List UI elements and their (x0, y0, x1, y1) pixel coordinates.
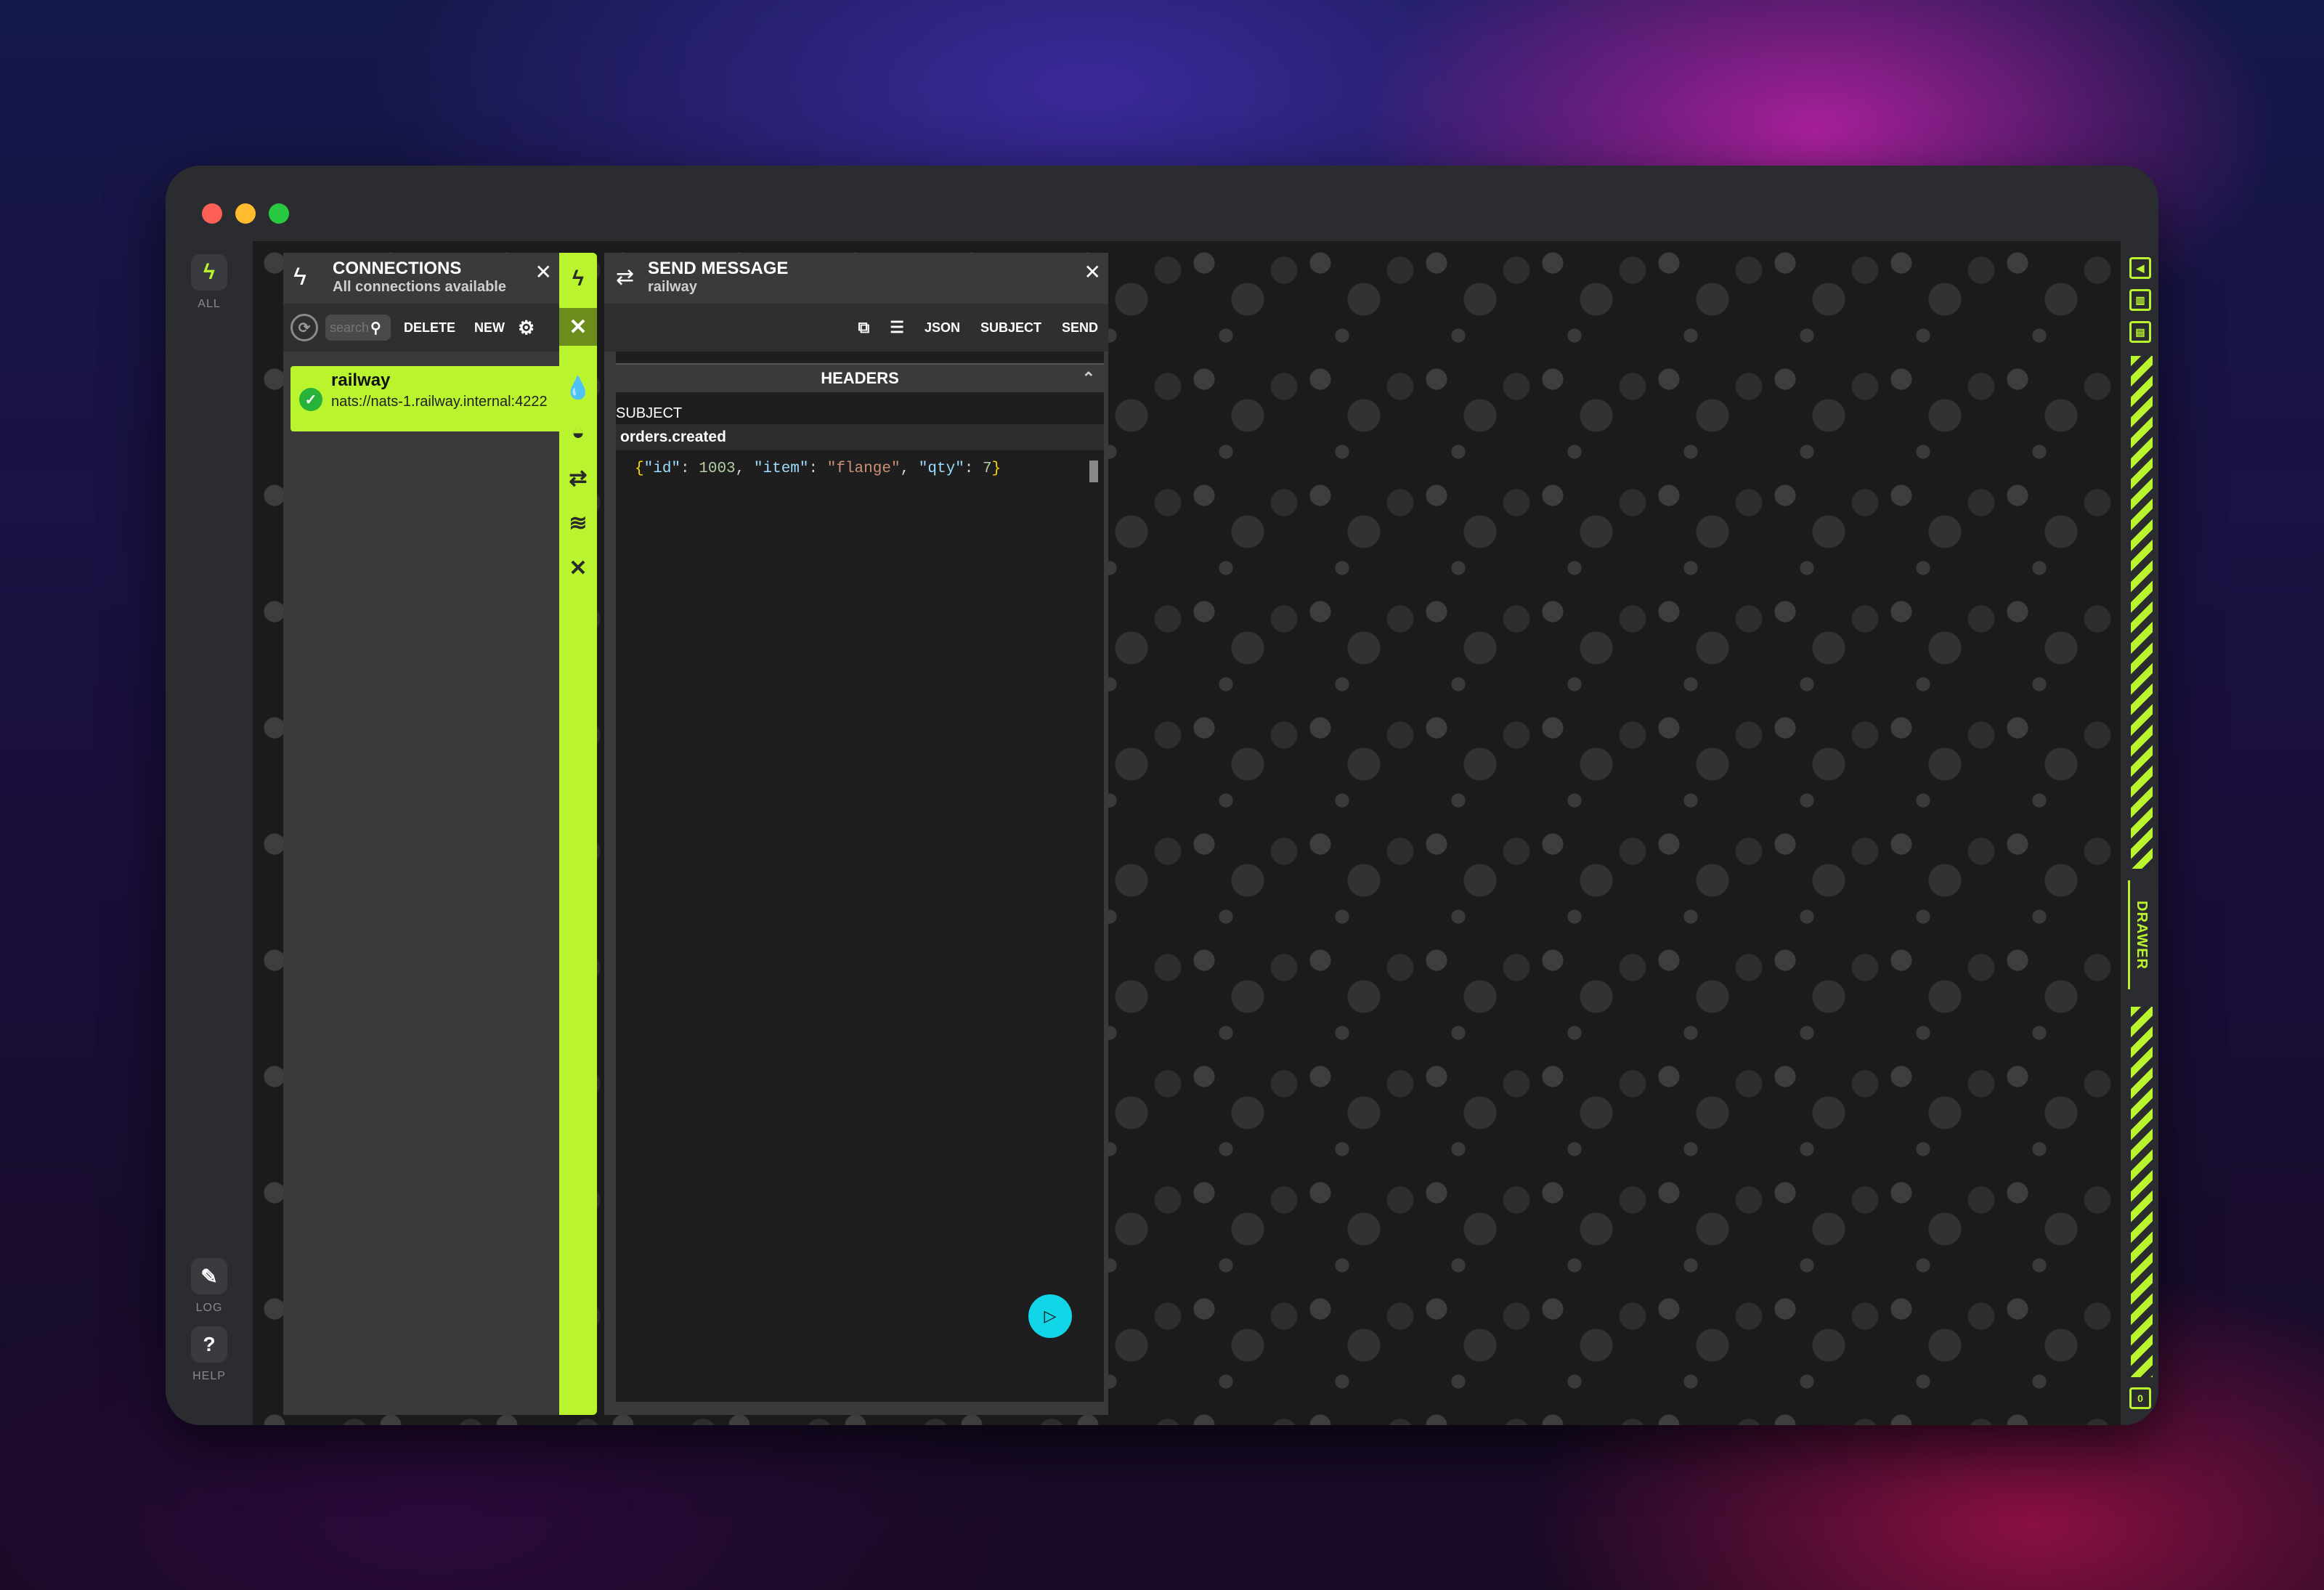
window-controls (202, 203, 289, 224)
workspace: ϟ CONNECTIONS All connections available … (253, 241, 2121, 1425)
gear-icon[interactable]: ⚙ (518, 317, 535, 339)
payload-code[interactable]: {"id": 1003, "item": "flange", "qty": 7} (635, 461, 1001, 477)
panel-icon[interactable]: ▤ (2129, 321, 2151, 343)
play-icon: ▷ (1044, 1307, 1057, 1325)
play-button[interactable]: ▷ (1028, 1294, 1072, 1338)
lightning-icon: ϟ (191, 254, 227, 291)
copy-icon[interactable]: ⧉ (858, 318, 869, 337)
list-item[interactable]: ✓ railway nats://nats-1.railway.internal… (290, 366, 559, 431)
subject-button[interactable]: SUBJECT (980, 320, 1041, 336)
tool-strip: ϟ ✕ 💧 ◒ ⇄ ≋ ✕ (559, 253, 597, 1415)
sidebar-item-help-label: HELP (192, 1370, 226, 1382)
connections-header: ϟ CONNECTIONS All connections available … (283, 253, 559, 304)
sidebar-item-all[interactable]: ϟ ALL (166, 254, 253, 311)
right-drawer-bar: ◀ ▥ ▤ DRAWER 0 (2121, 241, 2158, 1425)
app-window: ϟ ALL ✎ LOG ? HELP ϟ CONNECTIONS All con… (166, 166, 2158, 1425)
close-icon[interactable]: ✕ (535, 260, 552, 284)
sidebar-item-help[interactable]: ? HELP (166, 1326, 253, 1383)
sidebar-item-log-label: LOG (195, 1302, 223, 1314)
lightning-icon: ϟ (293, 263, 306, 291)
close-icon[interactable]: ✕ (1084, 260, 1101, 284)
lightning-icon[interactable]: ϟ (559, 260, 597, 298)
send-message-subtitle: railway (648, 279, 697, 295)
payload-editor[interactable]: {"id": 1003, "item": "flange", "qty": 7} (616, 455, 1104, 1399)
new-button[interactable]: NEW (468, 317, 511, 338)
connection-name: railway (331, 370, 391, 390)
subject-input[interactable] (616, 424, 1104, 450)
delete-button[interactable]: DELETE (398, 317, 461, 338)
stream-icon[interactable]: ◒ (559, 414, 597, 452)
refresh-icon[interactable]: ⟳ (290, 314, 318, 341)
search-input[interactable] (330, 320, 370, 336)
subject-label: SUBJECT (616, 405, 683, 421)
check-icon: ✓ (299, 388, 322, 411)
columns-icon[interactable]: ▥ (2129, 289, 2151, 311)
drawer-label[interactable]: DRAWER (2128, 880, 2153, 989)
connections-subtitle: All connections available (333, 279, 506, 295)
send-message-body: HEADERS ⌃ SUBJECT {"id": 1003, "item": "… (616, 352, 1104, 1402)
arrow-left-icon[interactable]: ◀ (2129, 257, 2151, 279)
format-icon[interactable]: ☰ (890, 318, 904, 337)
drawer-handle-bottom[interactable] (2131, 1007, 2153, 1377)
pill-icon: ✎ (191, 1258, 227, 1294)
headers-label: HEADERS (821, 369, 899, 387)
sidebar-item-log[interactable]: ✎ LOG (166, 1258, 253, 1315)
close-window-button[interactable] (202, 203, 222, 224)
search-box[interactable]: ⚲ (325, 315, 391, 341)
maximize-window-button[interactable] (269, 203, 289, 224)
shuffle-icon[interactable]: ✕ (559, 549, 597, 587)
send-message-panel: ⇄ SEND MESSAGE railway ✕ ⧉ ☰ JSON SUBJEC… (604, 253, 1108, 1415)
send-button[interactable]: SEND (1062, 320, 1098, 336)
badge-count[interactable]: 0 (2129, 1387, 2151, 1409)
send-message-title: SEND MESSAGE (648, 259, 789, 278)
connection-url: nats://nats-1.railway.internal:4222 (331, 394, 548, 410)
connections-toolbar: ⟳ ⚲ DELETE NEW ⚙ (283, 304, 559, 352)
send-message-toolbar: ⧉ ☰ JSON SUBJECT SEND (604, 304, 1108, 352)
minimize-window-button[interactable] (235, 203, 256, 224)
search-icon[interactable]: ⚲ (370, 319, 381, 337)
scrollbar[interactable] (1089, 461, 1098, 482)
droplets-icon[interactable]: 💧 (559, 369, 597, 407)
sidebar-item-all-label: ALL (198, 298, 221, 310)
drawer-handle-top[interactable] (2131, 356, 2153, 869)
headers-toggle[interactable]: HEADERS ⌃ (616, 363, 1104, 392)
connections-title: CONNECTIONS (333, 259, 462, 278)
connections-panel: ϟ CONNECTIONS All connections available … (283, 253, 597, 1415)
database-icon[interactable]: ≋ (559, 504, 597, 542)
left-sidebar: ϟ ALL ✎ LOG ? HELP (166, 241, 253, 1425)
connections-list: ✓ railway nats://nats-1.railway.internal… (283, 352, 559, 1415)
close-icon[interactable]: ✕ (559, 308, 597, 346)
send-message-icon: ⇄ (616, 265, 635, 289)
send-message-icon[interactable]: ⇄ (559, 459, 597, 497)
chevron-up-icon[interactable]: ⌃ (1082, 369, 1095, 388)
send-message-header: ⇄ SEND MESSAGE railway ✕ (604, 253, 1108, 304)
help-icon: ? (191, 1326, 227, 1363)
json-button[interactable]: JSON (925, 320, 960, 336)
